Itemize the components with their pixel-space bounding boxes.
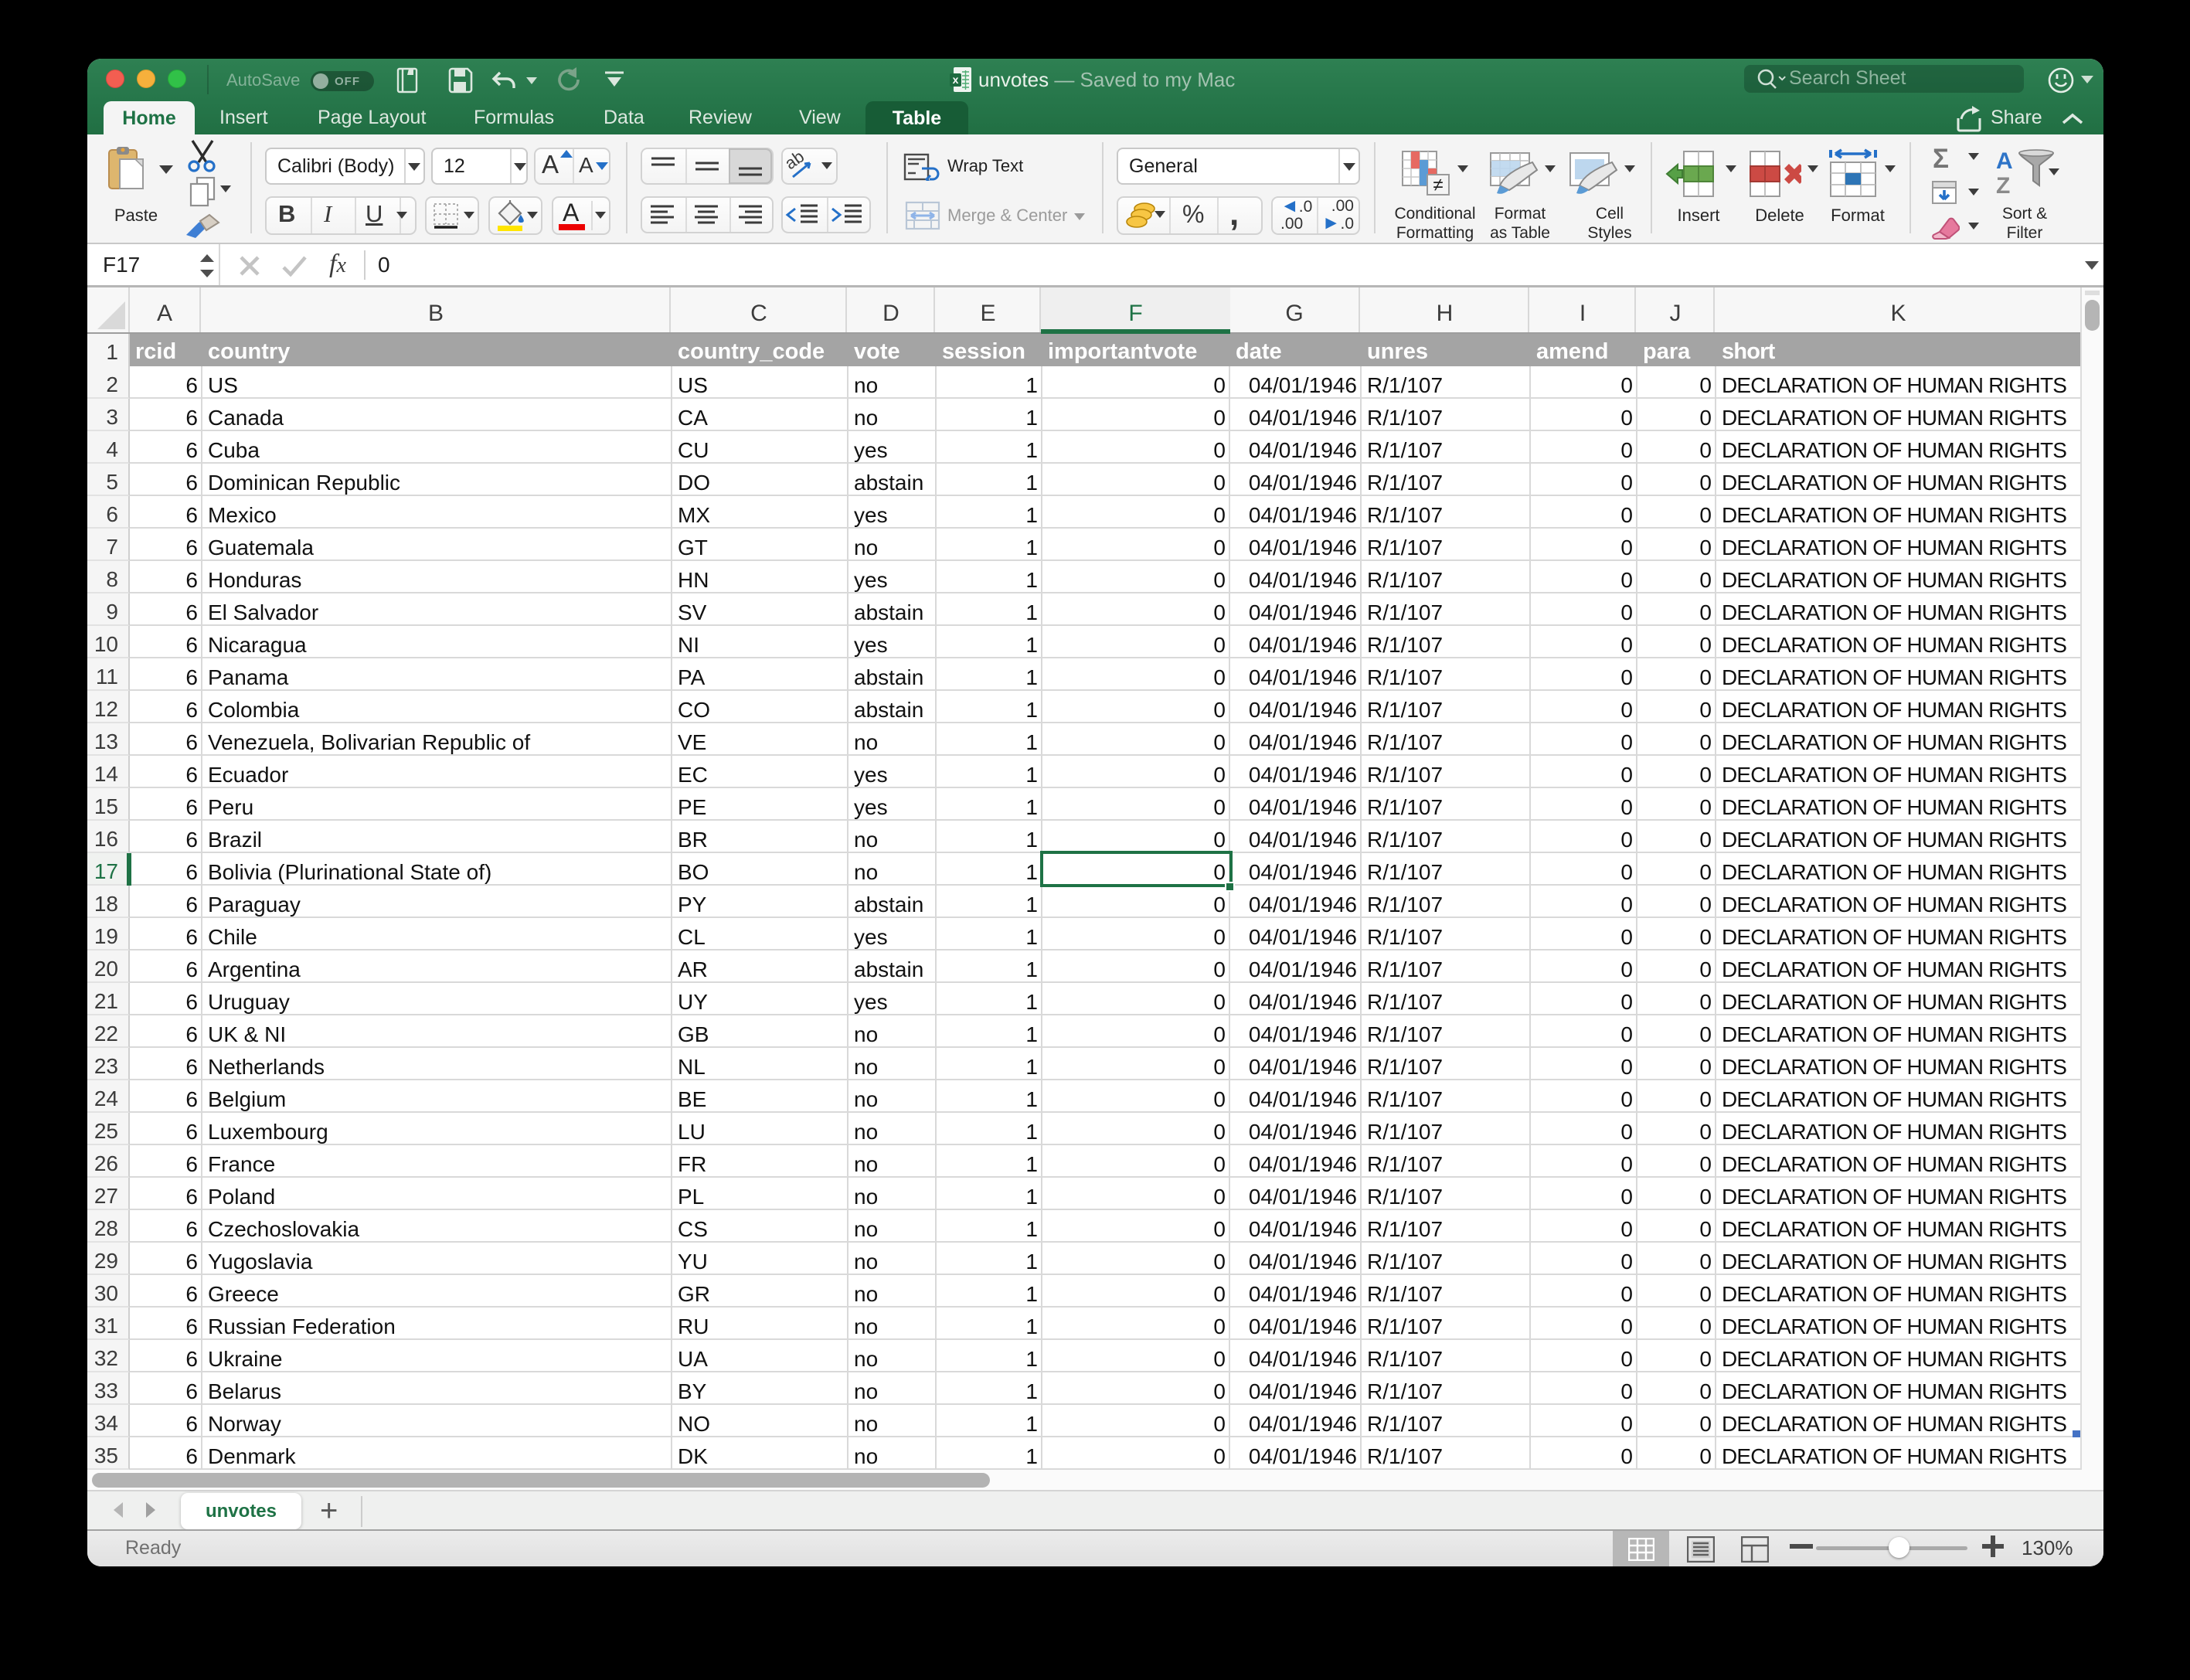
svg-text:≠: ≠ xyxy=(1433,175,1443,196)
svg-text:x: x xyxy=(953,73,959,86)
svg-text:ab: ab xyxy=(787,151,808,173)
svg-text:A: A xyxy=(1996,148,2013,174)
svg-text:Z: Z xyxy=(1996,173,2010,195)
